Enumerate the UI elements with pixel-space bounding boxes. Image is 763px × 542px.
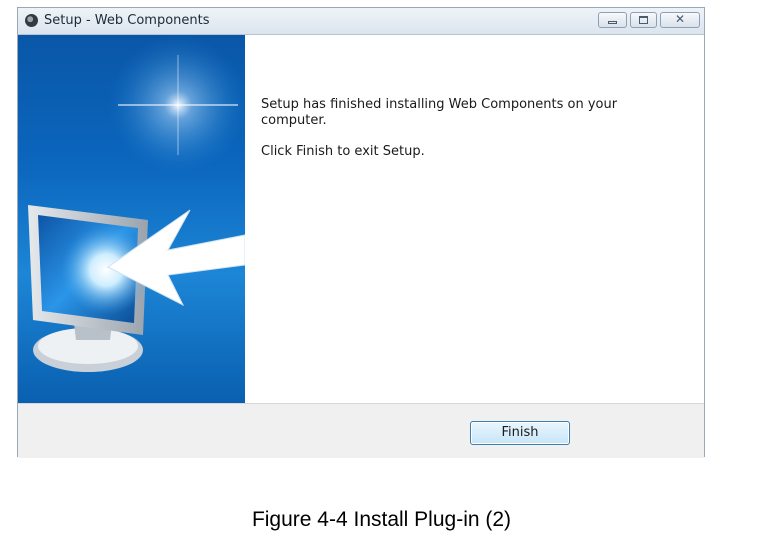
- monitor-with-arrow-illustration: [28, 35, 245, 372]
- setup-window: Setup - Web Components ✕ Setup has finis…: [17, 7, 705, 458]
- completion-message: Setup has finished installing Web Compon…: [261, 97, 618, 128]
- minimize-icon: [608, 21, 617, 24]
- wizard-footer: Finish: [18, 403, 704, 458]
- setup-disc-icon: [25, 14, 38, 27]
- wizard-side-panel: [18, 35, 245, 403]
- maximize-icon: [639, 16, 648, 24]
- wizard-content: Setup has finished installing Web Compon…: [261, 97, 661, 175]
- close-icon: ✕: [674, 12, 686, 26]
- title-bar[interactable]: Setup - Web Components ✕: [18, 8, 704, 35]
- maximize-button[interactable]: [630, 12, 657, 28]
- window-title: Setup - Web Components: [44, 13, 210, 28]
- finish-button[interactable]: Finish: [470, 421, 570, 445]
- figure-caption: Figure 4-4 Install Plug-in (2): [251, 508, 512, 531]
- finish-instruction: Click Finish to exit Setup.: [261, 144, 425, 159]
- close-button[interactable]: ✕: [660, 12, 700, 28]
- minimize-button[interactable]: [598, 12, 627, 28]
